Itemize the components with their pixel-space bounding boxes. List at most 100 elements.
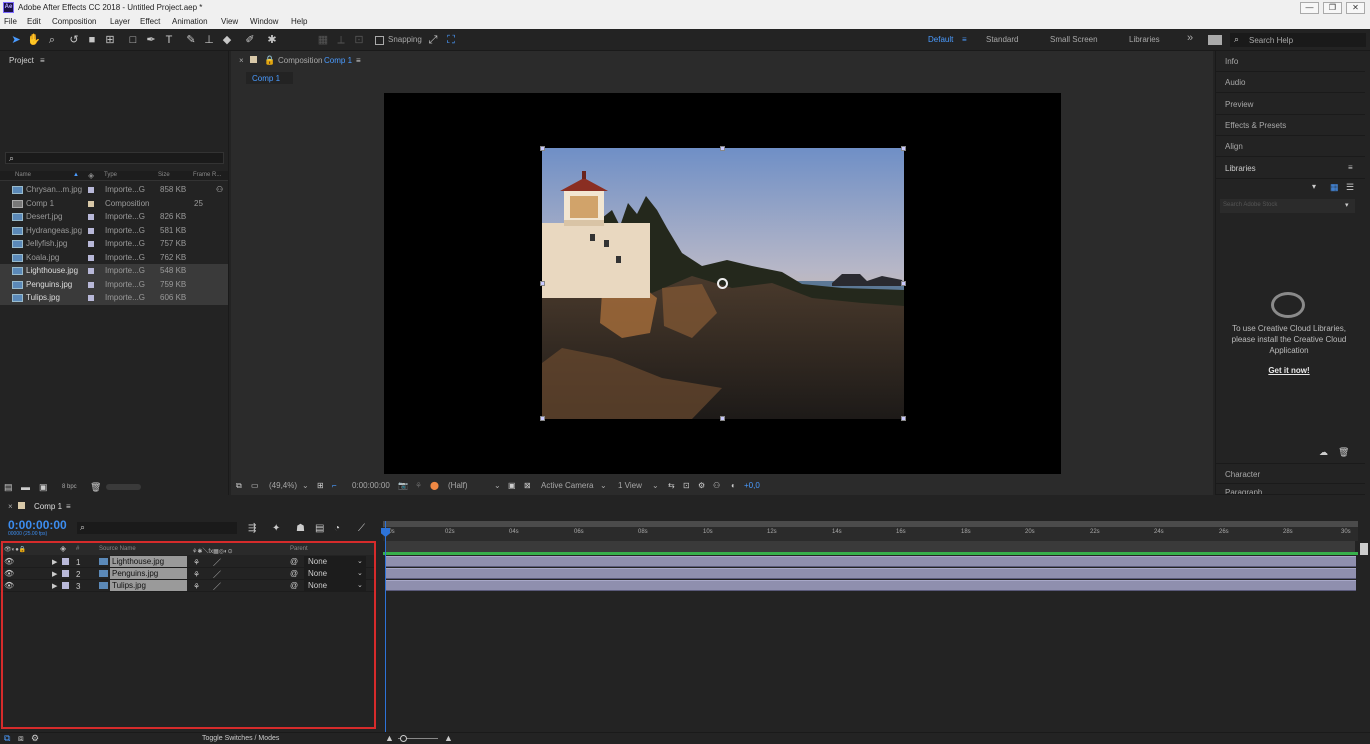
layer-duration-bar[interactable] bbox=[386, 580, 1356, 591]
column-size[interactable]: Size bbox=[158, 172, 170, 178]
transform-handle[interactable] bbox=[901, 146, 906, 151]
zoom-out-icon[interactable]: ▲ bbox=[385, 733, 394, 743]
resolution-dropdown[interactable]: (Half) bbox=[448, 481, 468, 490]
puppet-pin-tool-icon[interactable]: ✱ bbox=[265, 33, 279, 47]
flowchart-icon[interactable]: ⚇ bbox=[713, 481, 720, 490]
brush-tool-icon[interactable]: ✎ bbox=[184, 33, 198, 47]
layer-switches-icon[interactable]: ⧉ bbox=[4, 733, 10, 744]
menu-composition[interactable]: Composition bbox=[52, 17, 96, 26]
project-item[interactable]: Koala.jpg Importe...G 762 KB bbox=[0, 251, 228, 265]
project-panel-title[interactable]: Project bbox=[9, 56, 34, 65]
get-it-now-link[interactable]: Get it now! bbox=[1252, 366, 1326, 375]
rectangle-tool-icon[interactable]: □ bbox=[126, 33, 140, 47]
timing-icon[interactable]: ⚙ bbox=[31, 733, 39, 744]
thumbnail-slider[interactable] bbox=[106, 484, 141, 490]
region-of-interest-icon[interactable]: ▣ bbox=[508, 481, 516, 490]
graph-editor-icon[interactable]: ⟋ bbox=[358, 523, 365, 534]
menu-effect[interactable]: Effect bbox=[140, 17, 160, 26]
menu-animation[interactable]: Animation bbox=[172, 17, 208, 26]
transparency-grid-icon[interactable]: ⊠ bbox=[524, 481, 531, 490]
project-item[interactable]: Comp 1 Composition 25 bbox=[0, 197, 228, 211]
menu-file[interactable]: File bbox=[4, 17, 17, 26]
chevron-down-icon[interactable]: ⌄ bbox=[600, 481, 607, 490]
reset-exposure-icon[interactable]: ◐ bbox=[731, 481, 736, 490]
mask-visibility-icon[interactable]: ⌐ bbox=[332, 481, 337, 490]
world-axis-icon[interactable]: ⟂ bbox=[334, 33, 348, 47]
workspace-menu-icon[interactable]: ≡ bbox=[962, 35, 967, 44]
menu-edit[interactable]: Edit bbox=[27, 17, 41, 26]
transform-handle[interactable] bbox=[720, 416, 725, 421]
comp-marker-bin-icon[interactable] bbox=[1360, 543, 1368, 555]
menu-view[interactable]: View bbox=[221, 17, 238, 26]
column-type[interactable]: Type bbox=[104, 172, 117, 178]
type-tool-icon[interactable]: T bbox=[162, 33, 176, 47]
eraser-tool-icon[interactable]: ◆ bbox=[220, 33, 234, 47]
more-workspaces-icon[interactable]: » bbox=[1187, 32, 1193, 44]
transform-handle[interactable] bbox=[720, 146, 725, 151]
close-panel-icon[interactable]: × bbox=[239, 56, 244, 65]
current-time-display[interactable]: 0:00:00:00 bbox=[8, 518, 67, 532]
interpret-footage-icon[interactable]: ▤ bbox=[4, 482, 13, 493]
camera-dropdown[interactable]: Active Camera bbox=[541, 481, 593, 490]
stock-search-input[interactable]: Search Adobe Stock ▾ bbox=[1220, 199, 1355, 213]
transform-handle[interactable] bbox=[540, 416, 545, 421]
toggle-switches-modes-button[interactable]: Toggle Switches / Modes bbox=[202, 735, 279, 742]
column-name[interactable]: Name bbox=[15, 172, 31, 178]
timeline-search-input[interactable]: ⌕ bbox=[77, 522, 237, 534]
menu-layer[interactable]: Layer bbox=[110, 17, 130, 26]
zoom-in-icon[interactable]: ▲ bbox=[444, 733, 453, 743]
selection-tool-icon[interactable]: ➤ bbox=[9, 33, 23, 47]
snapping-checkbox[interactable] bbox=[375, 36, 384, 45]
preview-panel-tab[interactable]: Preview bbox=[1216, 94, 1365, 115]
composition-panel-title[interactable]: Composition bbox=[278, 56, 322, 65]
comp-tab[interactable]: Comp 1 bbox=[246, 72, 293, 84]
character-panel-tab[interactable]: Character bbox=[1216, 463, 1365, 484]
clone-stamp-tool-icon[interactable]: ⊥ bbox=[202, 33, 216, 47]
snap-features-icon[interactable]: ⛶ bbox=[444, 33, 458, 47]
layer-duration-bar[interactable] bbox=[386, 556, 1356, 567]
audio-panel-tab[interactable]: Audio bbox=[1216, 72, 1365, 93]
timeline-tab[interactable]: Comp 1 bbox=[34, 502, 62, 511]
color-channel-icon[interactable]: ⬤ bbox=[430, 481, 439, 490]
fast-previews-icon[interactable]: ⊡ bbox=[683, 481, 690, 490]
transform-handle[interactable] bbox=[901, 281, 906, 286]
sync-settings-icon[interactable] bbox=[1208, 35, 1222, 45]
comp-mini-flowchart-icon[interactable]: ⇶ bbox=[248, 523, 256, 534]
project-item[interactable]: Lighthouse.jpg Importe...G 548 KB bbox=[0, 264, 228, 278]
bit-depth-label[interactable]: 8 bpc bbox=[62, 484, 77, 490]
work-area[interactable] bbox=[385, 541, 1355, 552]
close-panel-icon[interactable]: × bbox=[8, 502, 13, 511]
time-ruler[interactable]: 00s 02s 04s 06s 08s 10s 12s 14s 16s 18s … bbox=[383, 527, 1358, 541]
chevron-down-icon[interactable]: ⌄ bbox=[652, 481, 659, 490]
cc-sync-icon[interactable]: ☁ bbox=[1319, 447, 1328, 458]
zoom-tool-icon[interactable]: ⌕ bbox=[45, 33, 59, 47]
trash-icon[interactable]: 🗑 bbox=[90, 482, 101, 493]
libraries-menu-icon[interactable]: ≡ bbox=[1348, 163, 1353, 172]
new-folder-icon[interactable]: ▬ bbox=[21, 482, 30, 492]
menu-help[interactable]: Help bbox=[291, 17, 307, 26]
shy-layers-icon[interactable]: ☗ bbox=[296, 523, 305, 534]
chevron-down-icon[interactable]: ▾ bbox=[1345, 201, 1349, 209]
transform-handle[interactable] bbox=[540, 146, 545, 151]
restore-button[interactable]: ❐ bbox=[1323, 2, 1342, 14]
paragraph-panel-tab[interactable]: Paragraph bbox=[1216, 484, 1365, 495]
draft-3d-icon[interactable]: ✦ bbox=[272, 523, 280, 534]
project-menu-icon[interactable]: ≡ bbox=[40, 56, 45, 65]
transfer-controls-icon[interactable]: ⧈ bbox=[18, 733, 24, 744]
library-dropdown[interactable] bbox=[1220, 181, 1324, 193]
workspace-small-screen[interactable]: Small Screen bbox=[1050, 35, 1098, 44]
snapshot-icon[interactable]: 📷 bbox=[398, 481, 408, 490]
chevron-down-icon[interactable]: ⌄ bbox=[494, 481, 501, 490]
align-panel-tab[interactable]: Align bbox=[1216, 136, 1365, 157]
timeline-menu-icon[interactable]: ≡ bbox=[66, 502, 71, 511]
composition-menu-icon[interactable]: ≡ bbox=[356, 56, 361, 65]
label-column-icon[interactable]: ◈ bbox=[88, 171, 94, 180]
transform-handle[interactable] bbox=[901, 416, 906, 421]
monitor-icon[interactable]: ▭ bbox=[251, 481, 259, 490]
layer-duration-bar[interactable] bbox=[386, 568, 1356, 579]
exposure-value[interactable]: +0,0 bbox=[744, 481, 760, 490]
project-item[interactable]: Tulips.jpg Importe...G 606 KB bbox=[0, 291, 228, 305]
view-axis-icon[interactable]: ⊡ bbox=[352, 33, 366, 47]
hand-tool-icon[interactable]: ✋ bbox=[27, 33, 41, 47]
libraries-panel-tab[interactable]: Libraries bbox=[1216, 158, 1365, 179]
